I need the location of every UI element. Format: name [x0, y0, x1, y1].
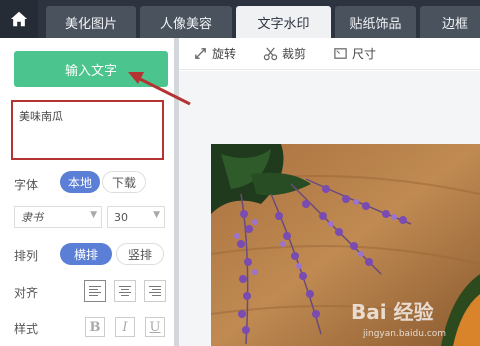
tab-stickers[interactable]: 贴纸饰品 — [335, 6, 416, 38]
tab-border[interactable]: 边框 — [420, 6, 480, 38]
chevron-down-icon: ▼ — [153, 210, 160, 220]
rotate-icon — [195, 48, 206, 59]
font-download-option[interactable]: 下载 — [102, 171, 146, 193]
image-canvas: Bai 经验 jingyan.baidu.com — [179, 71, 480, 346]
font-family-select[interactable]: 隶书 ▼ — [14, 206, 102, 228]
rotate-button[interactable]: 旋转 — [193, 45, 236, 62]
size-label: 尺寸 — [352, 47, 377, 61]
align-label: 对齐 — [14, 286, 39, 300]
arrange-vertical-option[interactable]: 竖排 — [116, 243, 164, 265]
align-center-button[interactable] — [114, 280, 136, 302]
italic-button[interactable]: I — [115, 317, 135, 337]
font-source-toggle: 本地 下载 — [60, 171, 146, 193]
text-settings-panel: 输入文字 美味南瓜 字体 本地 下载 隶书 ▼ 30 ▼ 排列 横排 竖排 对齐… — [0, 38, 178, 346]
watermark-text: Bai 经验 — [351, 300, 434, 324]
text-input-area[interactable]: 美味南瓜 — [11, 100, 164, 160]
arrange-toggle: 横排 竖排 — [60, 243, 164, 265]
top-tab-bar: 美化图片 人像美容 文字水印 贴纸饰品 边框 — [0, 0, 480, 38]
rotate-label: 旋转 — [212, 47, 237, 61]
tab-text-watermark[interactable]: 文字水印 — [236, 6, 331, 38]
arrange-label: 排列 — [14, 249, 39, 263]
home-button[interactable] — [0, 0, 38, 38]
bold-button[interactable]: B — [85, 317, 105, 337]
input-text-button[interactable]: 输入文字 — [14, 51, 168, 87]
flower-photo: Bai 经验 jingyan.baidu.com — [211, 144, 480, 346]
font-local-option[interactable]: 本地 — [60, 171, 100, 193]
underline-button[interactable]: U — [145, 317, 165, 337]
size-button[interactable]: 尺寸 — [333, 45, 376, 62]
photo-preview[interactable]: Bai 经验 jingyan.baidu.com — [211, 144, 480, 346]
chevron-down-icon: ▼ — [90, 210, 97, 220]
align-right-button[interactable] — [144, 280, 166, 302]
edit-toolbar: 旋转 裁剪 尺寸 — [179, 38, 480, 70]
font-size-value: 30 — [114, 210, 128, 224]
font-label: 字体 — [14, 178, 39, 192]
crop-button[interactable]: 裁剪 — [263, 45, 306, 62]
font-size-select[interactable]: 30 ▼ — [107, 206, 165, 228]
crop-label: 裁剪 — [282, 47, 307, 61]
scissors-icon — [263, 47, 278, 61]
watermark-subtext: jingyan.baidu.com — [362, 329, 446, 339]
resize-icon — [334, 48, 347, 59]
style-label: 样式 — [14, 322, 39, 336]
arrange-horizontal-option[interactable]: 横排 — [60, 243, 112, 265]
font-family-value: 隶书 — [21, 211, 43, 224]
tab-beautify-image[interactable]: 美化图片 — [46, 6, 136, 38]
tab-portrait-beauty[interactable]: 人像美容 — [140, 6, 232, 38]
align-left-button[interactable] — [84, 280, 106, 302]
home-icon — [10, 11, 28, 27]
